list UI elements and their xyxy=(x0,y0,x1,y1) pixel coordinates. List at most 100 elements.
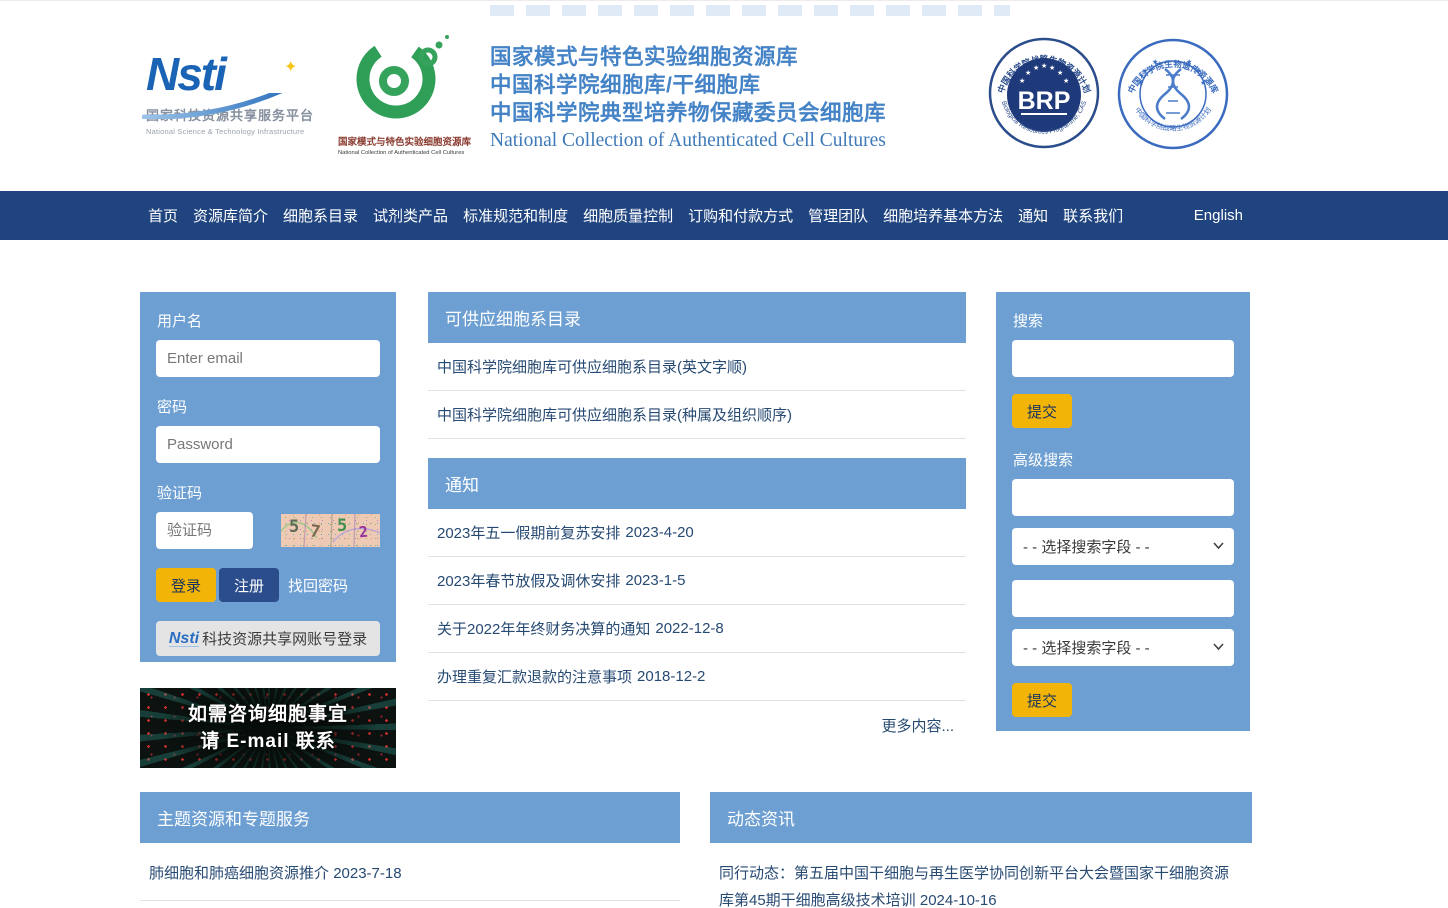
dna-seal-logo: 中国科学院生物遗传资源库 ★ ★ ★ ★ ★ ★ 中国科学院战略生物资源计划 xyxy=(1116,37,1230,156)
site-title-line2: 中国科学院细胞库/干细胞库 xyxy=(490,71,886,99)
advanced-search-input-1[interactable] xyxy=(1012,479,1234,516)
more-content-link[interactable]: 更多内容... xyxy=(428,701,966,736)
banner-line1: 如需咨询细胞事宜 xyxy=(188,701,348,728)
register-button[interactable]: 注册 xyxy=(219,568,279,602)
site-title-english: National Collection of Authenticated Cel… xyxy=(490,130,886,152)
notice-date: 2023-4-20 xyxy=(625,524,693,541)
captcha-image[interactable]: 5 7 5 2 xyxy=(281,514,380,547)
nav-item-reagents[interactable]: 试剂类产品 xyxy=(373,205,448,226)
notice-link[interactable]: 2023年五一假期前复苏安排 2023-4-20 xyxy=(428,509,966,557)
username-input[interactable] xyxy=(156,340,380,377)
svg-text:★: ★ xyxy=(1152,58,1158,66)
search-input[interactable] xyxy=(1012,340,1234,377)
notice-link[interactable]: 关于2022年年终财务决算的通知 2022-12-8 xyxy=(428,605,966,653)
captcha-digit: 5 xyxy=(289,517,299,537)
nav-item-about[interactable]: 资源库简介 xyxy=(193,205,268,226)
site-title: 国家模式与特色实验细胞资源库 中国科学院细胞库/干细胞库 中国科学院典型培养物保… xyxy=(490,43,886,152)
svg-text:★: ★ xyxy=(1186,58,1192,66)
sparkle-icon: ✦ xyxy=(284,45,295,91)
search-submit-button[interactable]: 提交 xyxy=(1012,394,1072,428)
nav-item-ordering-payment[interactable]: 订购和付款方式 xyxy=(688,205,793,226)
nsti-wordmark: Nsti ✦ xyxy=(146,51,326,97)
forgot-password-link[interactable]: 找回密码 xyxy=(288,575,348,596)
language-switch-english[interactable]: English xyxy=(1194,207,1243,224)
clipped-header-text xyxy=(490,5,1010,16)
catalog-section-header: 可供应细胞系目录 xyxy=(428,292,966,343)
main-navigation: 首页 资源库简介 细胞系目录 试剂类产品 标准规范和制度 细胞质量控制 订购和付… xyxy=(0,191,1448,240)
search-label: 搜索 xyxy=(1013,310,1234,331)
nacc-subtitle-en: National Collection of Authenticated Cel… xyxy=(338,150,462,156)
nav-item-home[interactable]: 首页 xyxy=(148,205,178,226)
svg-text:★: ★ xyxy=(1138,79,1144,87)
notice-text: 2023年五一假期前复苏安排 xyxy=(437,522,620,543)
nav-item-notices[interactable]: 通知 xyxy=(1018,205,1048,226)
page: Nsti ✦ 国家科技资源共享服务平台 National Science & T… xyxy=(0,0,1448,908)
notices-title: 通知 xyxy=(445,471,479,496)
brp-center-text: BRP xyxy=(1018,87,1071,115)
nacc-logo: 国家模式与特色实验细胞资源库 National Collection of Au… xyxy=(338,31,462,156)
nsti-subtitle-en: National Science & Technology Infrastruc… xyxy=(146,127,326,136)
email-contact-banner[interactable]: 如需咨询细胞事宜 请 E-mail 联系 xyxy=(140,688,396,768)
captcha-input[interactable] xyxy=(156,512,253,549)
notice-text: 关于2022年年终财务决算的通知 xyxy=(437,618,650,639)
nsti-account-login-label: 科技资源共享网账号登录 xyxy=(202,628,367,649)
catalog-title: 可供应细胞系目录 xyxy=(445,305,581,330)
nsti-mini-logo: Nsti xyxy=(169,631,199,647)
nsti-account-login-button[interactable]: Nsti 科技资源共享网账号登录 xyxy=(156,621,380,656)
search-panel: 搜索 提交 高级搜索 - - 选择搜索字段 - - - - 选择搜索字段 - -… xyxy=(996,292,1250,731)
chevron-down-icon xyxy=(1212,539,1225,552)
advanced-search-submit-button[interactable]: 提交 xyxy=(1012,683,1072,717)
topic-link[interactable]: 肺细胞和肺癌细胞资源推介 2023-7-18 xyxy=(140,843,680,901)
svg-text:★: ★ xyxy=(1142,67,1148,75)
search-field-select-2[interactable]: - - 选择搜索字段 - - xyxy=(1012,629,1234,666)
chevron-down-icon xyxy=(1212,640,1225,653)
news-title: 动态资讯 xyxy=(727,805,795,830)
password-input[interactable] xyxy=(156,426,380,463)
news-section: 动态资讯 同行动态：第五届中国干细胞与再生医学协同创新平台大会暨国家干细胞资源库… xyxy=(710,792,1252,908)
advanced-search-input-2[interactable] xyxy=(1012,580,1234,617)
notice-link[interactable]: 2023年春节放假及调休安排 2023-1-5 xyxy=(428,557,966,605)
search-field-select-1[interactable]: - - 选择搜索字段 - - xyxy=(1012,528,1234,565)
notice-link[interactable]: 办理重复汇款退款的注意事项 2018-12-2 xyxy=(428,653,966,701)
topics-section: 主题资源和专题服务 肺细胞和肺癌细胞资源推介 2023-7-18 xyxy=(140,792,680,901)
banner-line2: 请 E-mail 联系 xyxy=(200,728,336,755)
brp-seal-logo: 中国科学院战略生物资源计划 ★ ★ ★ ★ ★ ★ ★ BRP Biologic… xyxy=(988,37,1100,154)
password-label: 密码 xyxy=(157,396,380,417)
catalog-link[interactable]: 中国科学院细胞库可供应细胞系目录(种属及组织顺序) xyxy=(428,391,966,439)
topic-text: 肺细胞和肺癌细胞资源推介 xyxy=(149,865,329,882)
svg-text:★: ★ xyxy=(1019,77,1025,85)
svg-text:★: ★ xyxy=(1033,64,1039,72)
topics-section-header: 主题资源和专题服务 xyxy=(140,792,680,843)
svg-text:★: ★ xyxy=(1063,77,1069,85)
news-section-header: 动态资讯 xyxy=(710,792,1252,843)
nav-item-contact[interactable]: 联系我们 xyxy=(1063,205,1123,226)
nav-item-quality-control[interactable]: 细胞质量控制 xyxy=(583,205,673,226)
svg-text:★: ★ xyxy=(1025,69,1031,77)
news-link[interactable]: 同行动态：第五届中国干细胞与再生医学协同创新平台大会暨国家干细胞资源库第45期干… xyxy=(710,843,1252,908)
captcha-label: 验证码 xyxy=(157,482,380,503)
notice-text: 办理重复汇款退款的注意事项 xyxy=(437,666,632,687)
select-value: - - 选择搜索字段 - - xyxy=(1023,637,1150,658)
catalog-link[interactable]: 中国科学院细胞库可供应细胞系目录(英文字顺) xyxy=(428,343,966,391)
nsti-subtitle-zh: 国家科技资源共享服务平台 xyxy=(146,105,326,124)
site-title-line3: 中国科学院典型培养物保藏委员会细胞库 xyxy=(490,99,886,127)
svg-text:★: ★ xyxy=(1196,67,1202,75)
captcha-digit: 2 xyxy=(358,523,369,542)
catalog-link-text: 中国科学院细胞库可供应细胞系目录(英文字顺) xyxy=(437,356,747,377)
nav-item-standards[interactable]: 标准规范和制度 xyxy=(463,205,568,226)
nacc-logo-icon xyxy=(348,31,452,127)
catalog-section: 可供应细胞系目录 中国科学院细胞库可供应细胞系目录(英文字顺) 中国科学院细胞库… xyxy=(428,292,966,439)
login-panel: 用户名 密码 验证码 5 7 5 2 登录 xyxy=(140,292,396,662)
catalog-link-text: 中国科学院细胞库可供应细胞系目录(种属及组织顺序) xyxy=(437,404,792,425)
nacc-subtitle-zh: 国家模式与特色实验细胞资源库 xyxy=(338,134,462,148)
nav-item-cell-catalog[interactable]: 细胞系目录 xyxy=(283,205,358,226)
topics-title: 主题资源和专题服务 xyxy=(157,805,310,830)
nav-item-culture-methods[interactable]: 细胞培养基本方法 xyxy=(883,205,1003,226)
select-value: - - 选择搜索字段 - - xyxy=(1023,536,1150,557)
nsti-wordmark-text: Nsti xyxy=(146,48,225,100)
login-button[interactable]: 登录 xyxy=(156,568,216,602)
svg-text:★: ★ xyxy=(1041,62,1047,70)
nav-item-team[interactable]: 管理团队 xyxy=(808,205,868,226)
svg-text:★: ★ xyxy=(1049,64,1055,72)
notice-date: 2022-12-8 xyxy=(655,620,723,637)
